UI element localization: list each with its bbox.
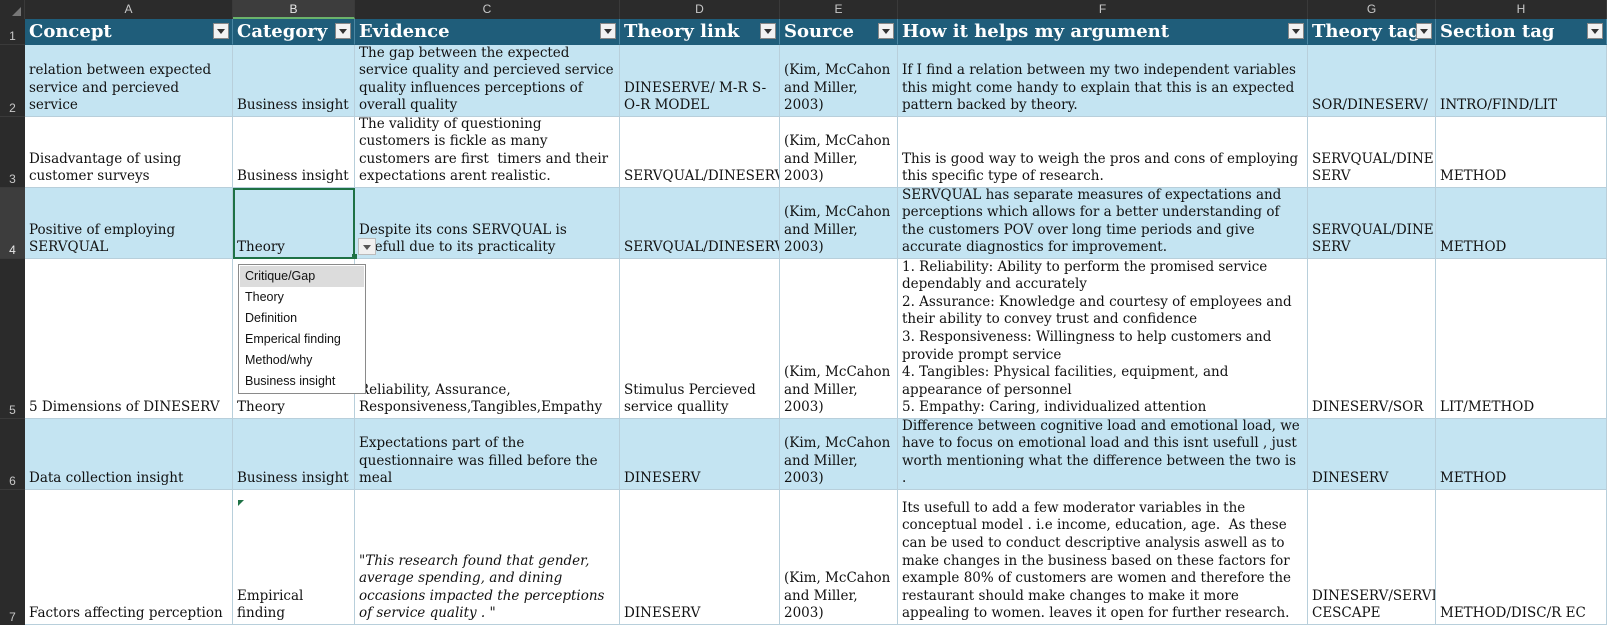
cell-e2[interactable]: (Kim, McCahon and Miller, 2003) (780, 45, 898, 117)
cell-d3[interactable]: SERVQUAL/DINESERV (620, 117, 780, 188)
cell-e7[interactable]: (Kim, McCahon and Miller, 2003) (780, 490, 898, 625)
row-header-2[interactable]: 2 (0, 45, 25, 117)
cell-c2[interactable]: The gap between the expected service qua… (355, 45, 620, 117)
cell-g3[interactable]: SERVQUAL/DINE SERV (1308, 117, 1436, 188)
row-header-1[interactable]: 1 (0, 19, 25, 45)
column-header-f[interactable]: F (898, 0, 1308, 19)
select-all-corner[interactable] (0, 0, 25, 19)
cell-c3[interactable]: The validity of questioning customers is… (355, 117, 620, 188)
cell-e6[interactable]: (Kim, McCahon and Miller, 2003) (780, 419, 898, 490)
cell-a3[interactable]: Disadvantage of using customer surveys (25, 117, 233, 188)
cell-a6[interactable]: Data collection insight (25, 419, 233, 490)
header-cell-section-tag[interactable]: Section tag (1436, 19, 1607, 45)
filter-dropdown-icon[interactable] (878, 23, 894, 39)
cell-e4[interactable]: (Kim, McCahon and Miller, 2003) (780, 188, 898, 259)
cell-b6[interactable]: Business insight (233, 419, 355, 490)
cell-f5[interactable]: 1. Reliability: Ability to perform the p… (898, 259, 1308, 419)
cell-c6[interactable]: Expectations part of the questionnaire w… (355, 419, 620, 490)
dropdown-option[interactable]: Definition (240, 308, 364, 329)
column-header-d[interactable]: D (620, 0, 780, 19)
row-header-4[interactable]: 4 (0, 188, 25, 259)
cell-g7[interactable]: DINESERV/SERVI CESCAPE (1308, 490, 1436, 625)
header-cell-source[interactable]: Source (780, 19, 898, 45)
dropdown-option[interactable]: Theory (240, 287, 364, 308)
cell-d4[interactable]: SERVQUAL/DINESERV (620, 188, 780, 259)
cell-f6[interactable]: Difference between cognitive load and em… (898, 419, 1308, 490)
cell-b4-selected[interactable]: Theory (233, 188, 355, 259)
cell-a7[interactable]: Factors affecting perception (25, 490, 233, 625)
cell-h5[interactable]: LIT/METHOD (1436, 259, 1607, 419)
cell-c5[interactable]: Reliability, Assurance, Responsiveness,T… (355, 259, 620, 419)
cell-b3[interactable]: Business insight (233, 117, 355, 188)
dropdown-option[interactable]: Critique/Gap (240, 266, 364, 287)
cell-b7[interactable]: Empirical finding (233, 490, 355, 625)
row-header-5[interactable]: 5 (0, 259, 25, 419)
cell-c7[interactable]: "This research found that gender, averag… (355, 490, 620, 625)
cell-h4[interactable]: METHOD (1436, 188, 1607, 259)
cell-d5[interactable]: Stimulus Percieved service quallity (620, 259, 780, 419)
column-header-c[interactable]: C (355, 0, 620, 19)
cell-h6[interactable]: METHOD (1436, 419, 1607, 490)
dropdown-option[interactable]: Business insight (240, 371, 364, 392)
cell-e3[interactable]: (Kim, McCahon and Miller, 2003) (780, 117, 898, 188)
header-cell-theory-link[interactable]: Theory link (620, 19, 780, 45)
cell-d6[interactable]: DINESERV (620, 419, 780, 490)
filter-dropdown-icon[interactable] (760, 23, 776, 39)
cell-g2[interactable]: SOR/DINESERV/ (1308, 45, 1436, 117)
column-header-e[interactable]: E (780, 0, 898, 19)
cell-g4[interactable]: SERVQUAL/DINE SERV (1308, 188, 1436, 259)
column-header-a[interactable]: A (25, 0, 233, 19)
header-cell-how-helps[interactable]: How it helps my argument (898, 19, 1308, 45)
dropdown-option[interactable]: Method/why (240, 350, 364, 371)
cell-f2[interactable]: If I find a relation between my two inde… (898, 45, 1308, 117)
column-header-b[interactable]: B (233, 0, 355, 19)
cell-e5[interactable]: (Kim, McCahon and Miller, 2003) (780, 259, 898, 419)
cell-c4[interactable]: Despite its cons SERVQUAL is usefull due… (355, 188, 620, 259)
header-cell-evidence[interactable]: Evidence (355, 19, 620, 45)
cell-f4[interactable]: SERVQUAL has separate measures of expect… (898, 188, 1308, 259)
row-header-7[interactable]: 7 (0, 490, 25, 625)
cell-f7[interactable]: Its usefull to add a few moderator varia… (898, 490, 1308, 625)
cell-h7[interactable]: METHOD/DISC/R EC (1436, 490, 1607, 625)
cell-b2[interactable]: Business insight (233, 45, 355, 117)
comment-indicator-icon (238, 500, 244, 506)
cell-g5[interactable]: DINESERV/SOR (1308, 259, 1436, 419)
header-cell-theory-tag[interactable]: Theory tag (1308, 19, 1436, 45)
filter-dropdown-icon[interactable] (335, 23, 351, 39)
cell-a4[interactable]: Positive of employing SERVQUAL (25, 188, 233, 259)
row-header-3[interactable]: 3 (0, 117, 25, 188)
cell-d7[interactable]: DINESERV (620, 490, 780, 625)
fill-handle[interactable] (352, 254, 357, 259)
row-header-6[interactable]: 6 (0, 419, 25, 490)
cell-g6[interactable]: DINESERV (1308, 419, 1436, 490)
cell-a2[interactable]: relation between expected service and pe… (25, 45, 233, 117)
filter-dropdown-icon[interactable] (600, 23, 616, 39)
validation-dropdown-list[interactable]: Critique/Gap Theory Definition Emperical… (238, 264, 366, 394)
cell-h3[interactable]: METHOD (1436, 117, 1607, 188)
column-header-h[interactable]: H (1436, 0, 1607, 19)
column-header-g[interactable]: G (1308, 0, 1436, 19)
filter-dropdown-icon[interactable] (1288, 23, 1304, 39)
filter-dropdown-icon[interactable] (1416, 23, 1432, 39)
cell-h2[interactable]: INTRO/FIND/LIT (1436, 45, 1607, 117)
cell-dropdown-arrow-icon[interactable] (358, 238, 376, 255)
spreadsheet: A B C D E F G H 1 2 3 4 5 6 7 Concept Ca… (0, 0, 1607, 625)
header-cell-concept[interactable]: Concept (25, 19, 233, 45)
header-cell-category[interactable]: Category (233, 19, 355, 45)
dropdown-option[interactable]: Emperical finding (240, 329, 364, 350)
cell-f3[interactable]: This is good way to weigh the pros and c… (898, 117, 1308, 188)
filter-dropdown-icon[interactable] (213, 23, 229, 39)
cell-a5[interactable]: 5 Dimensions of DINESERV (25, 259, 233, 419)
cell-d2[interactable]: DINESERVE/ M-R S-O-R MODEL (620, 45, 780, 117)
filter-dropdown-icon[interactable] (1587, 23, 1603, 39)
